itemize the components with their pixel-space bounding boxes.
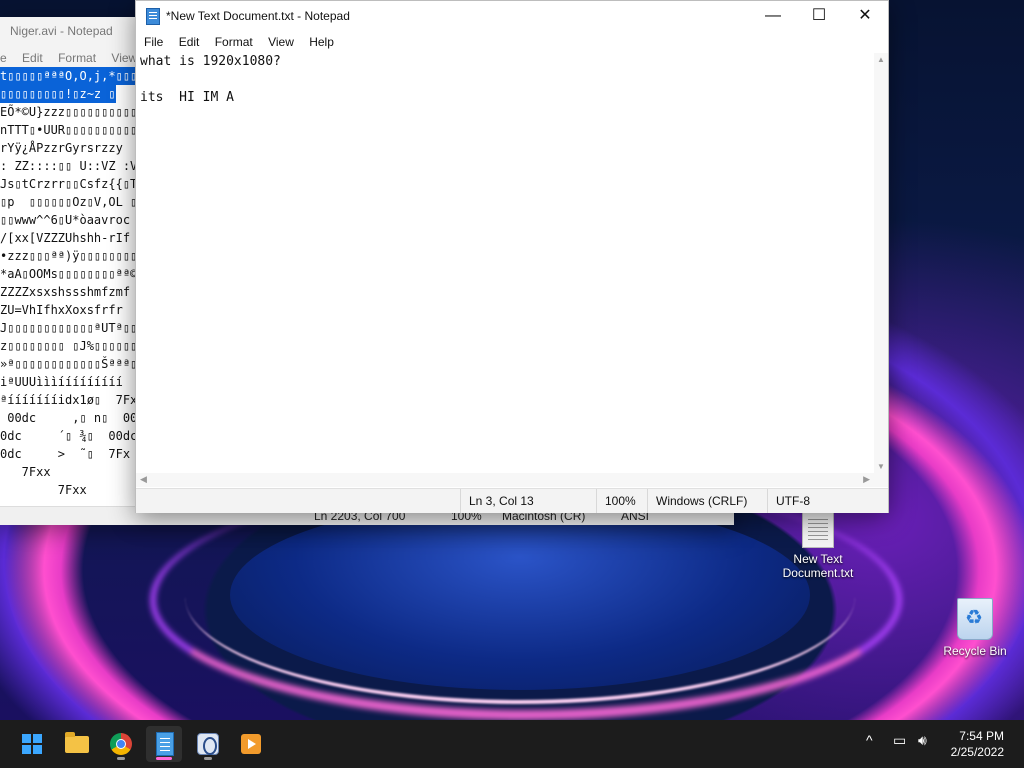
- media-player-icon: [241, 734, 261, 754]
- status-encoding: UTF-8: [767, 489, 888, 513]
- taskbar-media-player[interactable]: [233, 726, 269, 762]
- text-line: : ZZ::::▯▯ U::VZ :V: [0, 159, 138, 173]
- file-explorer-icon: [65, 732, 89, 753]
- network-icon[interactable]: ▭: [893, 732, 906, 749]
- desktop-icon-label: Recycle Bin: [943, 644, 1007, 658]
- desktop-icon-new-text-document[interactable]: New Text Document.txt: [773, 510, 863, 580]
- taskbar-chrome[interactable]: [103, 726, 139, 762]
- text-file-icon: [802, 510, 834, 548]
- active-indicator: [156, 757, 172, 760]
- scroll-left-icon[interactable]: ◀: [140, 474, 147, 485]
- running-indicator: [117, 757, 125, 760]
- scroll-right-icon[interactable]: ▶: [863, 474, 870, 485]
- desktop-icon-recycle-bin[interactable]: Recycle Bin: [930, 598, 1020, 658]
- hex-editor-icon: [197, 733, 219, 755]
- status-position: Ln 3, Col 13: [460, 489, 596, 513]
- minimize-button[interactable]: —: [750, 1, 796, 31]
- system-clock[interactable]: 7:54 PM 2/25/2022: [951, 728, 1004, 760]
- text-line: iªUUUìììííííííííí: [0, 375, 123, 389]
- desktop-icon-label: New Text Document.txt: [782, 552, 854, 580]
- status-zoom: 100%: [596, 489, 647, 513]
- menu-view[interactable]: View: [262, 31, 300, 53]
- start-icon: [22, 734, 42, 754]
- text-line: nTTT▯•UUR▯▯▯▯▯▯▯▯▯▯▯ª: [0, 123, 140, 137]
- text-line-selected: t▯▯▯▯▯ªªªO,O,j,*▯▯▯: [0, 67, 140, 85]
- text-line: ªíííííííidx1ø▯ 7Fx: [0, 393, 138, 407]
- notepad-window[interactable]: *New Text Document.txt - Notepad — ☐ ✕ F…: [135, 0, 889, 513]
- horizontal-scrollbar[interactable]: ◀ ▶: [136, 473, 874, 487]
- menu-edit[interactable]: Edit: [173, 31, 206, 53]
- notepad-icon: [156, 732, 174, 756]
- title-bar[interactable]: *New Text Document.txt - Notepad — ☐ ✕: [136, 1, 888, 31]
- scroll-up-icon[interactable]: ▲: [877, 55, 885, 64]
- text-line-selected: ▯▯▯▯▯▯▯▯▯!▯z~z ▯: [0, 85, 116, 103]
- text-line: z▯▯▯▯▯▯▯▯ ▯J%▯▯▯▯▯▯▯▯U*J: [0, 339, 140, 353]
- status-bar: Ln 3, Col 13 100% Windows (CRLF) UTF-8: [136, 488, 888, 513]
- clock-date: 2/25/2022: [950, 745, 1004, 759]
- menu-format[interactable]: Format: [209, 31, 259, 53]
- text-line: rYÿ¿ÅPzzrGyrsrzzy: [0, 141, 123, 155]
- text-line: ZZZZxsxshssshmfzmf: [0, 285, 131, 299]
- window-title: Niger.avi - Notepad: [10, 24, 113, 38]
- status-line-ending: Windows (CRLF): [647, 489, 767, 513]
- text-line: ▯p ▯▯▯▯▯▯Oz▯V,OL ▯ : :: [0, 195, 138, 209]
- vertical-scrollbar[interactable]: ▲ ▼: [874, 53, 888, 473]
- menu-file[interactable]: e: [0, 47, 13, 69]
- menu-help[interactable]: Help: [303, 31, 340, 53]
- maximize-button[interactable]: ☐: [796, 1, 842, 31]
- notepad-icon: [146, 8, 160, 25]
- menu-file[interactable]: File: [138, 31, 169, 53]
- text-line: •zzz▯▯▯ªª)ÿ▯▯▯▯▯▯▯▯z~z: [0, 249, 140, 263]
- running-indicator: [204, 757, 212, 760]
- text-line: EÕ*©U}zzz▯▯▯▯▯▯▯▯▯▯Æª: [0, 105, 140, 119]
- text-line: 00dc ,▯ n▯ 00: [0, 411, 138, 425]
- clock-time: 7:54 PM: [959, 729, 1004, 743]
- text-line: J▯▯▯▯▯▯▯▯▯▯▯▯ªUTª▯▯▯▯▯: [0, 321, 140, 335]
- text-line: /[xx[VZZZUhshh-rIf: [0, 231, 131, 245]
- text-area[interactable]: t▯▯▯▯▯ªªªO,O,j,*▯▯▯ ▯▯▯▯▯▯▯▯▯!▯z~z ▯ EÕ*©U…: [0, 67, 140, 512]
- text-line: 0dc ´▯ ¾▯ 00dc: [0, 429, 138, 443]
- taskbar-file-explorer[interactable]: [59, 726, 95, 762]
- menu-bar: File Edit Format View Help: [136, 31, 888, 53]
- scrollbar-corner: [874, 473, 888, 487]
- text-line: ▯▯www^^6▯U*òaavroc: [0, 213, 131, 227]
- text-line: ZU=VhIfhxXoxsfrfr: [0, 303, 123, 317]
- volume-icon[interactable]: 🔊︎: [918, 732, 927, 749]
- text-editor[interactable]: what is 1920x1080? its HI IM A: [136, 53, 874, 473]
- text-line: *aA▯OOMs▯▯▯▯▯▯▯▯ªª©W: [0, 267, 140, 281]
- close-button[interactable]: ✕: [842, 1, 888, 31]
- text-line: 7Fxx: [0, 465, 51, 479]
- start-button[interactable]: [14, 726, 50, 762]
- show-hidden-icons-chevron-icon[interactable]: ^: [866, 732, 873, 748]
- menu-edit[interactable]: Edit: [16, 47, 49, 69]
- window-title: *New Text Document.txt - Notepad: [166, 9, 350, 23]
- taskbar: ^ ▭ 🔊︎ 7:54 PM 2/25/2022: [0, 720, 1024, 768]
- text-line: 0dc > ˜▯ 7Fx: [0, 447, 131, 461]
- text-line: 7Fxx: [0, 483, 87, 497]
- text-line: »ª▯▯▯▯▯▯▯▯▯▯▯▯Šªªª▯▯: [0, 357, 140, 371]
- taskbar-notepad[interactable]: [146, 726, 182, 762]
- scroll-down-icon[interactable]: ▼: [877, 462, 885, 471]
- text-line: Js▯tCrzrr▯▯Csfz{{▯T: [0, 177, 138, 191]
- chrome-icon: [110, 733, 132, 755]
- menu-format[interactable]: Format: [52, 47, 102, 69]
- recycle-bin-icon: [957, 598, 993, 640]
- taskbar-hex-editor[interactable]: [190, 726, 226, 762]
